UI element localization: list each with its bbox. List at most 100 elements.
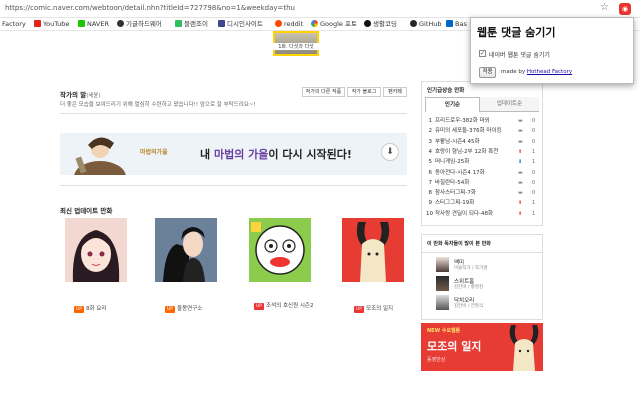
rank-title: 호랑이 형님-2부 12화 흑천	[435, 148, 499, 155]
tab-popular[interactable]: 인기순	[425, 97, 480, 112]
rank-title: 머니게임-25화	[435, 159, 470, 166]
giggle-icon	[117, 20, 124, 27]
rank-number: 8	[428, 190, 433, 197]
rank-number: 2	[428, 128, 433, 135]
bookmark-reddit[interactable]: reddit	[275, 19, 303, 30]
thumbnail-art	[155, 218, 217, 282]
bookmark-dcinside[interactable]: 디시인사이트	[218, 19, 263, 30]
hide-comments-checkbox[interactable]: ✓	[479, 50, 486, 57]
thumbnail-art	[342, 218, 404, 282]
bookmark-bas[interactable]: Bas	[446, 19, 467, 30]
bookmark-star-icon[interactable]: ☆	[600, 2, 609, 13]
tab-updated[interactable]: 업데이트순	[480, 97, 539, 112]
banner-headline: 내 마법의 가을이 다시 시작된다!	[200, 148, 352, 161]
ranking-item[interactable]: 4 호랑이 형님-2부 12화 흑천 ⬆ 1	[426, 148, 542, 157]
made-by-text: made by Hothead Factory	[501, 69, 573, 75]
ranking-item[interactable]: 10 작사랑 견딜이 되다-48화 ⬆ 1	[426, 210, 542, 219]
webtoon-title[interactable]: UP 8화 요리	[74, 304, 106, 313]
bookmark-google-photos[interactable]: Google 포토	[311, 19, 357, 30]
also-read-author: 미술작가 / 작가명	[454, 266, 488, 271]
author-blog-button[interactable]: 작가 블로그	[347, 87, 381, 97]
popup-title: 웹툰 댓글 숨기기	[477, 26, 556, 39]
download-icon[interactable]: ⬇	[381, 143, 399, 161]
github-icon	[410, 20, 417, 27]
bookmark-giggle[interactable]: 기글하드웨어	[117, 19, 162, 30]
rank-change-value: 1	[532, 159, 536, 166]
bookmark-blendjoy[interactable]: 블랜조이	[175, 19, 208, 30]
bookmark-naver[interactable]: NAVER	[78, 19, 109, 30]
rank-number: 5	[428, 159, 433, 166]
apply-button[interactable]: 적용	[479, 67, 496, 78]
extension-icon[interactable]: ◉	[619, 3, 631, 15]
ranking-item[interactable]: 5 머니게임-25화 ⬇ 1	[426, 158, 542, 167]
webtoon-thumbnail[interactable]	[65, 218, 127, 282]
webtoon-thumbnail[interactable]	[155, 218, 217, 282]
ranking-item[interactable]: 2 유미의 세포들-376화 마이킹 ▬ 0	[426, 127, 542, 136]
divider	[60, 185, 407, 186]
popular-title: 인기급상승 만화	[427, 88, 465, 94]
rank-title: 부활남-시즌4 45화	[435, 138, 480, 145]
code-icon	[446, 20, 453, 27]
opentutorials-icon	[364, 20, 371, 27]
up-badge: UP	[74, 306, 85, 313]
ranking-item[interactable]: 9 스터그그찌-19화 ⬆ 1	[426, 199, 542, 208]
webtoon-title[interactable]: UP 조석의 호신원 시즌2	[254, 303, 316, 310]
up-badge: UP	[354, 306, 365, 313]
author-other-works-button[interactable]: 작가의 다른 작품	[302, 87, 345, 97]
also-read-thumbnail	[436, 257, 449, 272]
banner-ad[interactable]: 마법의가을 내 마법의 가을이 다시 시작된다! ⬇	[60, 133, 407, 175]
ranking-item[interactable]: 6 동아전다-시즌4 17화 ▬ 0	[426, 169, 542, 178]
ranking-item[interactable]: 7 바질란타-54화 ▬ 0	[426, 179, 542, 188]
rank-number: 4	[428, 148, 433, 155]
rank-change-icon: ▬	[518, 138, 523, 145]
bookmark-youtube[interactable]: YouTube	[34, 19, 69, 30]
bookmark-factory[interactable]: Factory	[2, 19, 26, 30]
fan-cafe-button[interactable]: 팬카페	[383, 87, 407, 97]
rank-change-icon: ▬	[518, 118, 523, 124]
rank-change-icon: ⬆	[518, 148, 523, 155]
webtoon-thumbnail[interactable]	[249, 218, 311, 282]
rank-number: 1	[428, 118, 433, 124]
extension-popup: 웹툰 댓글 숨기기 ✓ 네이버 웹툰 댓글 숨기기 적용 made by Hot…	[470, 17, 634, 84]
also-read-item[interactable]: 액미 미술작가 / 작가명	[436, 257, 536, 273]
address-bar[interactable]: https://comic.naver.com/webtoon/detail.n…	[0, 0, 640, 18]
ranking-item[interactable]: 3 부활남-시즌4 45화 ▬ 0	[426, 138, 542, 147]
rank-title: 스터그그찌-19화	[435, 200, 475, 207]
up-badge: UP	[254, 303, 265, 310]
bookmark-github[interactable]: GitHub	[410, 19, 442, 30]
author-link[interactable]: Hothead Factory	[527, 69, 572, 75]
rank-change-icon: ⬆	[518, 210, 523, 217]
ranking-item[interactable]: 8 참사스터그찌-7화 ▬ 0	[426, 189, 542, 198]
rank-change-value: 0	[532, 179, 536, 186]
rank-change-value: 1	[532, 210, 536, 217]
rank-number: 7	[428, 179, 433, 186]
webtoon-title[interactable]: UP 물몽연구소	[165, 304, 202, 313]
webtoon-title[interactable]: UP 모조의 일지	[354, 304, 393, 313]
also-read-item[interactable]: 스위트홈 김칸비 / 황영찬	[436, 276, 536, 292]
bookmark-opentutorials[interactable]: 생활코딩	[364, 19, 397, 30]
rank-number: 9	[428, 200, 433, 207]
also-read-author: 김칸비 / 황영찬	[454, 285, 484, 290]
ad-character-art	[509, 325, 539, 371]
url-text[interactable]: https://comic.naver.com/webtoon/detail.n…	[5, 4, 295, 12]
dcinside-icon	[218, 20, 225, 27]
rank-change-icon: ⬇	[518, 159, 523, 166]
ranking-item[interactable]: 1 프리드로우-382화 마외 ▬ 0	[426, 117, 542, 126]
rank-change-value: 0	[532, 138, 536, 145]
hide-comments-label: 네이버 웹툰 댓글 숨기기	[489, 52, 550, 59]
up-badge: UP	[165, 306, 176, 313]
also-read-item[interactable]: 닥치오리 김칸비 / 전필식	[436, 295, 536, 311]
author-message: 더 좋은 모습을 보여드리기 위해 열심히 수련하고 왔습니다!! 앞으로 잘 …	[60, 102, 256, 108]
rank-number: 3	[428, 138, 433, 145]
rank-change-value: 0	[532, 190, 536, 197]
ad-author: 동영만상	[427, 357, 446, 363]
rank-title: 프리드로우-382화 마외	[435, 118, 490, 124]
blendjoy-icon	[175, 20, 182, 27]
rank-change-icon: ▬	[518, 179, 523, 186]
ad-tag: NEW 수요웹툰	[427, 328, 461, 334]
rank-change-icon: ▬	[518, 190, 523, 197]
episode-caption: 1화. 다섯과 다섯	[271, 43, 321, 50]
side-ad-banner[interactable]: NEW 수요웹툰 모조의 일지 동영만상	[421, 323, 543, 371]
banner-game-logo: 마법의가을	[140, 149, 168, 156]
webtoon-thumbnail[interactable]	[342, 218, 404, 282]
